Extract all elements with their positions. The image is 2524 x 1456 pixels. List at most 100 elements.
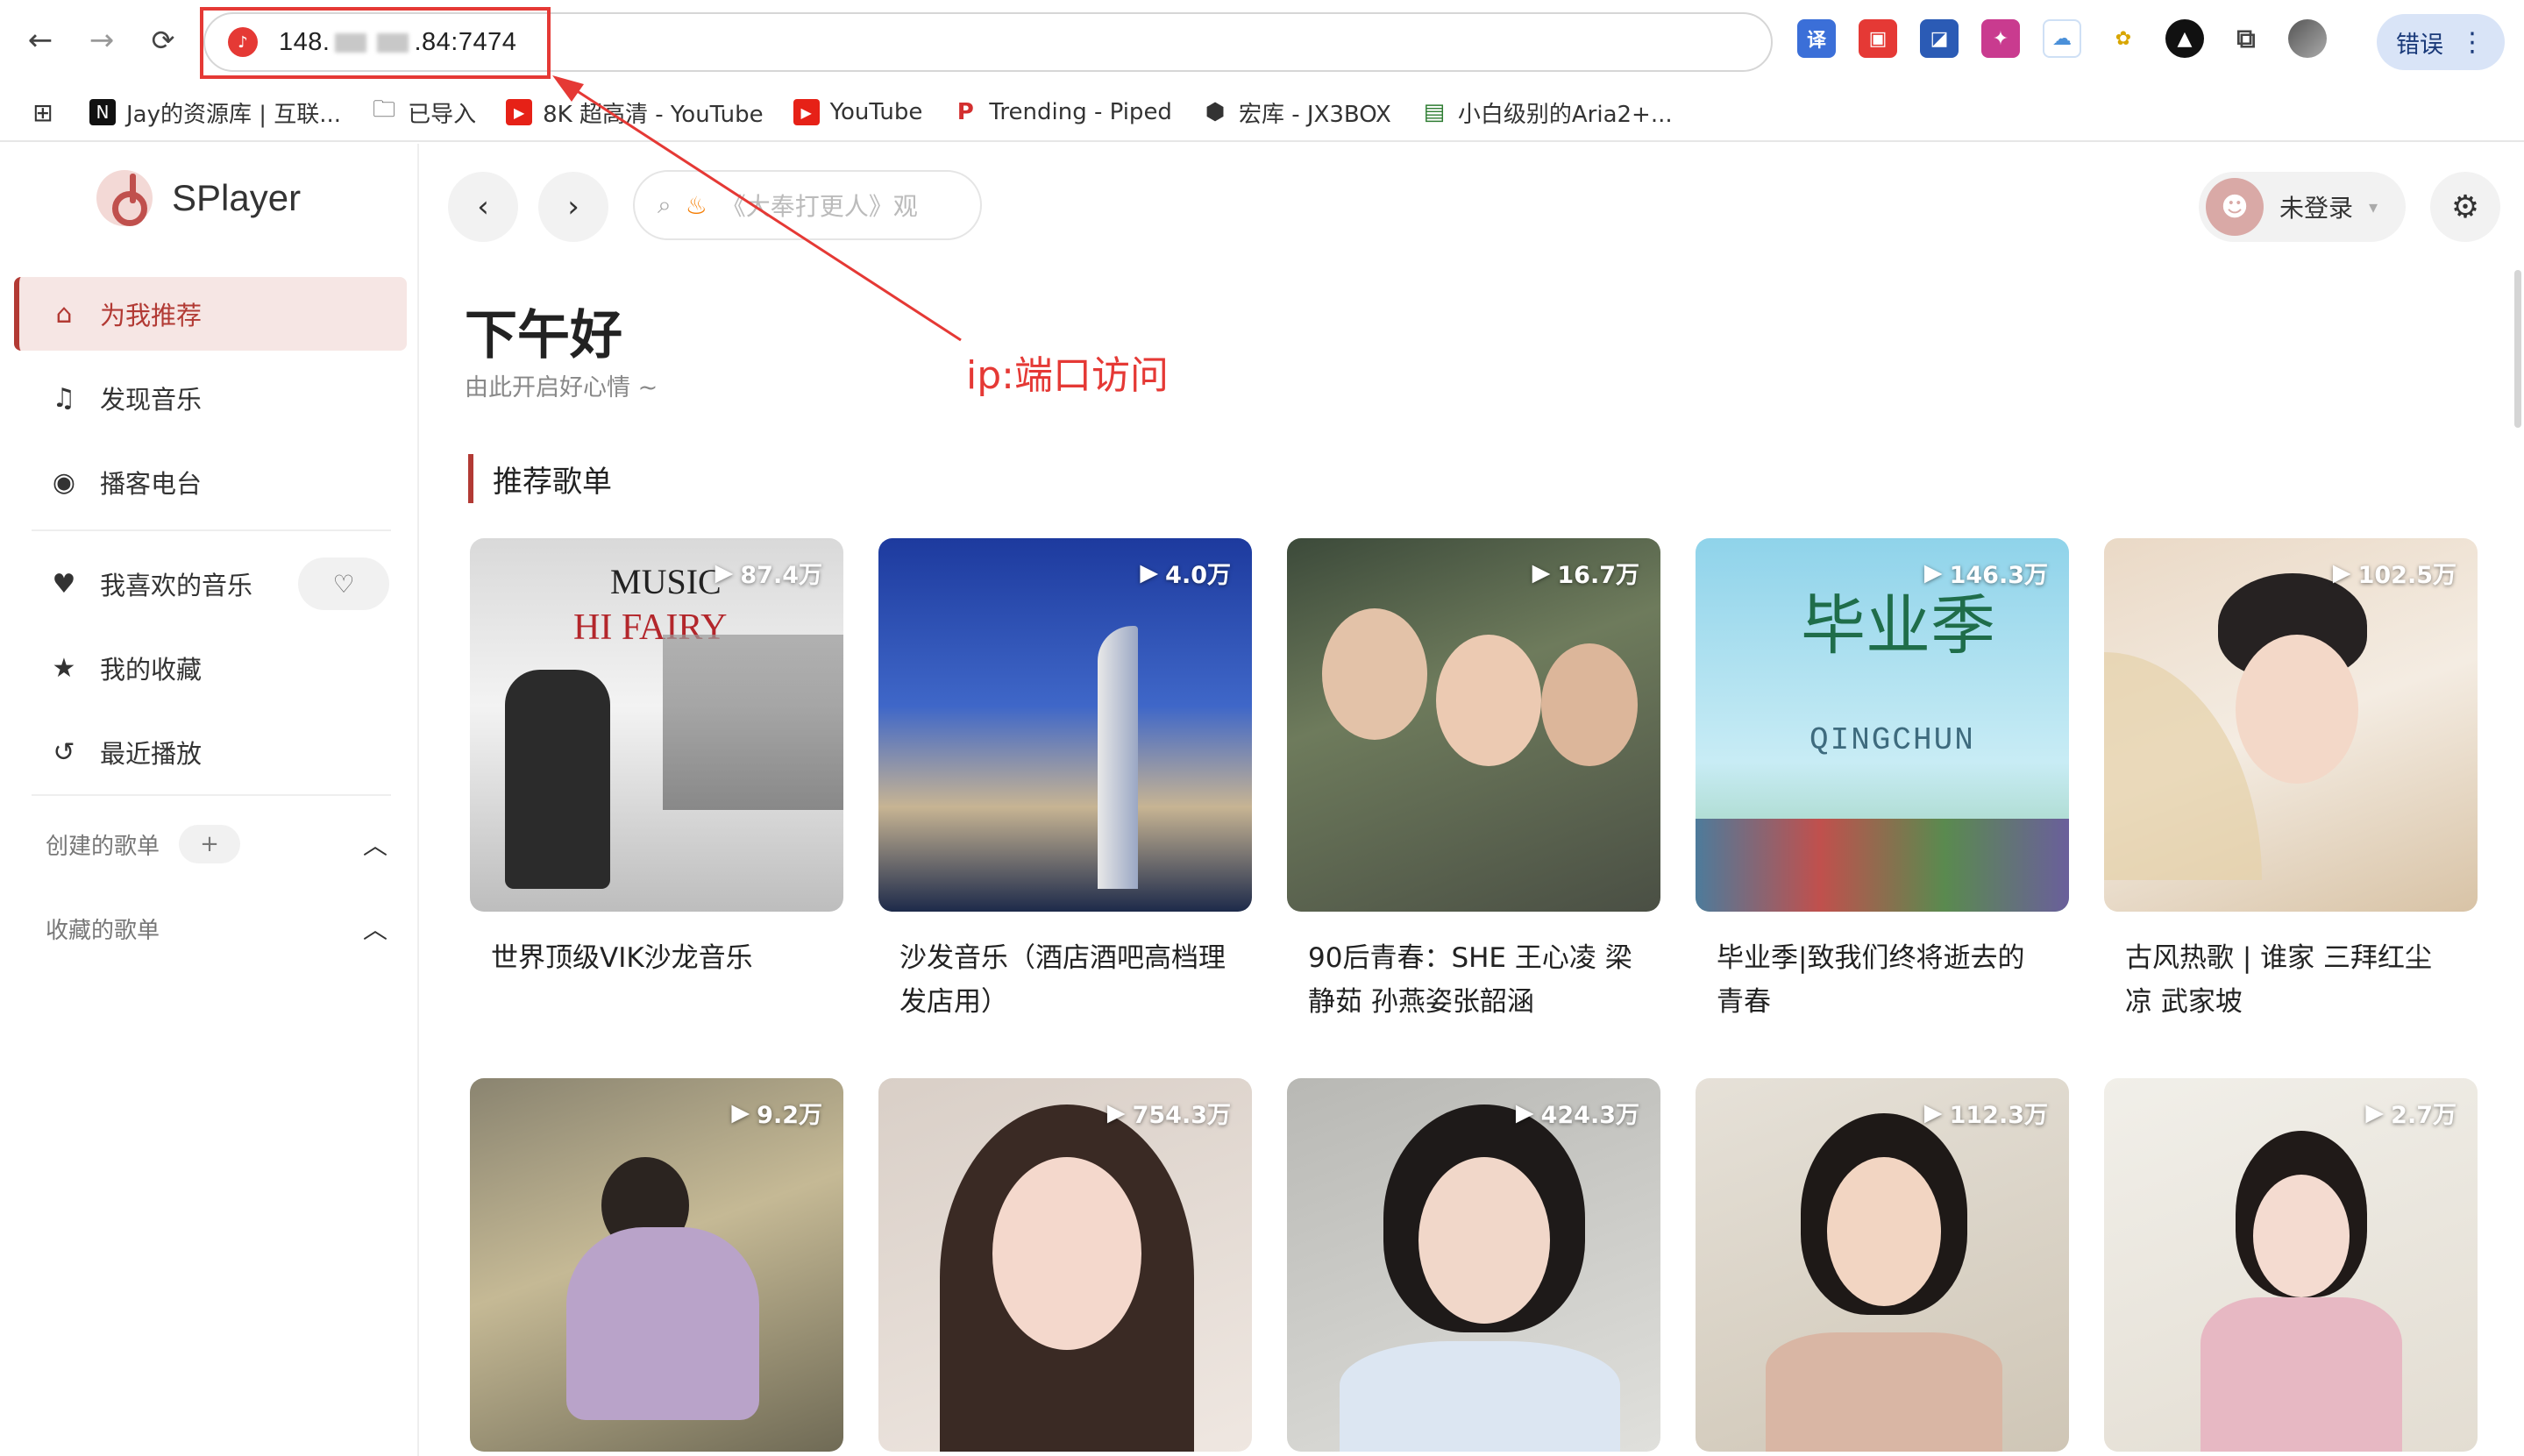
playlist-cover[interactable]: ▶ 424.3万	[1287, 1078, 1660, 1452]
color-extension-icon[interactable]: ✦	[1981, 19, 2020, 58]
shirt-image	[1340, 1341, 1620, 1452]
bookmarks-bar: ⊞ N Jay的资源库 | 互联... 🗀 已导入 ▶ 8K 超高清 - YouTub…	[0, 86, 2524, 138]
play-count-value: 9.2万	[757, 1102, 822, 1129]
play-count: ▶ 146.3万	[1924, 556, 2048, 590]
app-logo[interactable]: SPlayer	[96, 170, 301, 226]
playlist-title[interactable]: 古风热歌 | 谁家 三拜红尘凉 武家坡	[2104, 936, 2478, 1024]
play-count-value: 146.3万	[1949, 562, 2048, 589]
forward-arrow-icon[interactable]: →	[81, 19, 123, 61]
youtube-icon: ▶	[506, 99, 533, 125]
playlist-cover[interactable]: ▶ 9.2万	[470, 1078, 843, 1452]
playlist-card[interactable]: ▶ 9.2万	[470, 1078, 843, 1452]
city-skyline-image	[663, 635, 843, 810]
sidebar-item-label: 最近播放	[100, 739, 203, 769]
music-note-icon: ♫	[52, 382, 76, 414]
playlist-cover[interactable]: ▶ 2.7万	[2104, 1078, 2478, 1452]
splayer-logo-icon	[96, 170, 153, 226]
error-status-button[interactable]: 错误 ⋮	[2377, 14, 2505, 70]
translate-extension-icon[interactable]: 译	[1797, 19, 1836, 58]
playlist-cover[interactable]: ▶ 102.5万	[2104, 538, 2478, 912]
playlist-cover[interactable]: ▶ 4.0万	[878, 538, 1252, 912]
main-scrollbar[interactable]	[2514, 270, 2521, 428]
sidebar-item-label: 播客电台	[100, 469, 203, 499]
url-prefix: 148.	[279, 27, 331, 56]
add-playlist-button[interactable]: +	[179, 825, 241, 863]
home-icon: ⌂	[55, 298, 73, 330]
app-name: SPlayer	[172, 177, 302, 218]
sidebar-item-recent[interactable]: ↺ 最近播放	[14, 715, 407, 789]
user-login-button[interactable]: ☻ 未登录 ▾	[2199, 172, 2406, 242]
bookmark-item[interactable]: N Jay的资源库 | 互联...	[89, 96, 341, 129]
sidebar-item-liked-music[interactable]: ♥ 我喜欢的音乐 ♡	[14, 547, 407, 621]
address-bar[interactable]: ♪ 148. .84:7474	[203, 12, 1773, 72]
triangle-extension-icon[interactable]: ▲	[2165, 19, 2204, 58]
forward-button[interactable]: ›	[538, 172, 608, 242]
reload-icon[interactable]: ⟳	[142, 19, 184, 61]
piped-icon: P	[956, 99, 974, 125]
browser-toolbar: ← → ⟳ ♪ 148. .84:7474 译 ▣ ◪ ✦ ☁ ✿ ▲ ⧉ 错误 …	[0, 0, 2524, 84]
playlist-card[interactable]: 毕业季 QINGCHUN ▶ 146.3万 毕业季|致我们终将逝去的青春	[1696, 538, 2069, 1024]
puzzle-extensions-icon[interactable]: ⧉	[2227, 19, 2265, 58]
collected-playlists-header[interactable]: 收藏的歌单 ︿	[46, 906, 387, 950]
section-title: 推荐歌单	[468, 454, 612, 503]
play-triangle-icon: ▶	[715, 559, 734, 586]
face-image	[1322, 608, 1427, 740]
folder-icon: 🗀	[373, 96, 396, 123]
bookmark-extension-icon[interactable]: ◪	[1920, 19, 1959, 58]
playlist-cover[interactable]: 毕业季 QINGCHUN ▶ 146.3万	[1696, 538, 2069, 912]
playlist-title[interactable]: 世界顶级VIK沙龙音乐	[470, 936, 843, 980]
playlist-card[interactable]: ▶ 4.0万 沙发音乐（酒店酒吧高档理发店用）	[878, 538, 1252, 1024]
heartbeat-mode-button[interactable]: ♡	[298, 558, 389, 610]
play-count-value: 4.0万	[1165, 562, 1231, 589]
playlist-cover[interactable]: ▶ 16.7万	[1287, 538, 1660, 912]
bookmark-item[interactable]: ▶ YouTube	[793, 99, 923, 125]
playlist-card[interactable]: ▶ 424.3万	[1287, 1078, 1660, 1452]
playlist-title[interactable]: 沙发音乐（酒店酒吧高档理发店用）	[878, 936, 1252, 1024]
bookmark-item[interactable]: ▤ 小白级别的Aria2+...	[1421, 96, 1673, 129]
back-button[interactable]: ‹	[448, 172, 518, 242]
sidebar-item-collection[interactable]: ★ 我的收藏	[14, 631, 407, 705]
url-text: 148. .84:7474	[279, 28, 516, 57]
fish-extension-icon[interactable]: ✿	[2104, 19, 2143, 58]
playlist-cover[interactable]: ▶ 112.3万	[1696, 1078, 2069, 1452]
playlist-card[interactable]: ▶ 16.7万 90后青春：SHE 王心凌 梁静茹 孙燕姿张韶涵	[1287, 538, 1660, 1024]
back-arrow-icon[interactable]: ←	[19, 19, 61, 61]
playlist-card[interactable]: ▶ 754.3万	[878, 1078, 1252, 1452]
play-triangle-icon: ▶	[2332, 559, 2351, 586]
bookmark-label: 已导入	[408, 101, 477, 128]
sidebar-item-recommend[interactable]: ⌂ 为我推荐	[14, 277, 407, 351]
playlist-title[interactable]: 毕业季|致我们终将逝去的青春	[1696, 936, 2069, 1024]
playlist-cover[interactable]: ▶ 754.3万	[878, 1078, 1252, 1452]
bookmark-item[interactable]: ⬢ 宏库 - JX3BOX	[1202, 96, 1391, 129]
crowd-image	[1696, 819, 2069, 912]
play-count: ▶ 87.4万	[715, 556, 822, 590]
profile-avatar[interactable]	[2288, 19, 2327, 58]
face-image	[2236, 635, 2358, 784]
bookmark-item[interactable]: P Trending - Piped	[952, 99, 1172, 125]
chevron-up-icon[interactable]: ︿	[363, 827, 387, 862]
playlist-card[interactable]: ▶ 102.5万 古风热歌 | 谁家 三拜红尘凉 武家坡	[2104, 538, 2478, 1024]
bookmark-label: 小白级别的Aria2+...	[1457, 101, 1673, 128]
created-playlists-header[interactable]: 创建的歌单 + ︿	[46, 822, 387, 866]
playlist-cover[interactable]: MUSIC HI FAIRY ▶ 87.4万	[470, 538, 843, 912]
playlist-card[interactable]: MUSIC HI FAIRY ▶ 87.4万 世界顶级VIK沙龙音乐	[470, 538, 843, 980]
apps-grid-icon[interactable]: ⊞	[30, 98, 56, 127]
chevron-up-icon[interactable]: ︿	[363, 911, 387, 946]
play-count-value: 87.4万	[740, 562, 822, 589]
play-count: ▶ 112.3万	[1924, 1096, 2048, 1130]
play-count: ▶ 102.5万	[2333, 556, 2456, 590]
playlist-card[interactable]: ▶ 2.7万	[2104, 1078, 2478, 1452]
search-input[interactable]: ⌕ ♨ 《大奉打更人》观	[633, 170, 982, 240]
play-count-value: 112.3万	[1949, 1102, 2048, 1129]
bookmark-item[interactable]: ▶ 8K 超高清 - YouTube	[506, 96, 764, 129]
bookmark-label: YouTube	[829, 99, 923, 125]
sidebar-item-podcast[interactable]: ◉ 播客电台	[14, 445, 407, 519]
cloud-extension-icon[interactable]: ☁	[2043, 19, 2081, 58]
sidebar-item-discover[interactable]: ♫ 发现音乐	[14, 361, 407, 435]
playlist-title[interactable]: 90后青春：SHE 王心凌 梁静茹 孙燕姿张韶涵	[1287, 936, 1660, 1024]
playlist-card[interactable]: ▶ 112.3万	[1696, 1078, 2069, 1452]
page-icon: ▤	[1423, 99, 1446, 125]
bookmark-folder[interactable]: 🗀 已导入	[371, 96, 476, 129]
video-extension-icon[interactable]: ▣	[1859, 19, 1897, 58]
settings-gear-icon[interactable]: ⚙	[2430, 172, 2500, 242]
